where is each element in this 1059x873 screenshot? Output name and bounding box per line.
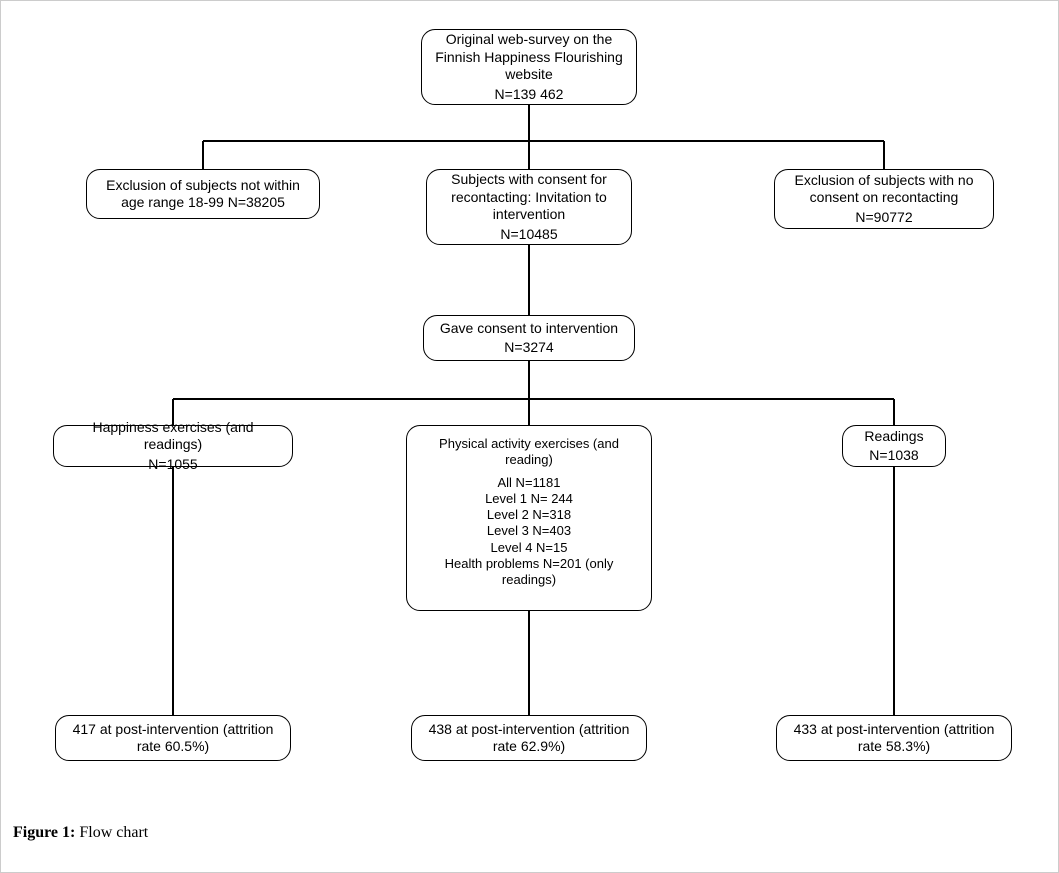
text: Subjects with consent for bbox=[451, 171, 607, 189]
figure-text: Flow chart bbox=[75, 824, 148, 841]
text: recontacting: Invitation to bbox=[451, 189, 607, 207]
text: reading) bbox=[505, 452, 553, 468]
count: N=90772 bbox=[855, 209, 912, 227]
figure-caption: Figure 1: Flow chart bbox=[13, 824, 148, 842]
text: Gave consent to intervention bbox=[440, 320, 618, 338]
text: Health problems N=201 (only bbox=[445, 556, 614, 572]
text: Exclusion of subjects with no bbox=[795, 172, 974, 190]
count: N=10485 bbox=[500, 226, 557, 244]
node-arm-happiness: Happiness exercises (and readings) N=105… bbox=[53, 425, 293, 467]
text: Level 4 N=15 bbox=[491, 540, 568, 556]
text: rate 62.9%) bbox=[493, 738, 565, 756]
node-arm-readings: Readings N=1038 bbox=[842, 425, 946, 467]
node-post-readings: 433 at post-intervention (attrition rate… bbox=[776, 715, 1012, 761]
node-arm-physical: Physical activity exercises (and reading… bbox=[406, 425, 652, 611]
text: 417 at post-intervention (attrition bbox=[73, 721, 274, 739]
figure-label: Figure 1: bbox=[13, 824, 75, 841]
text: intervention bbox=[493, 206, 565, 224]
node-root: Original web-survey on the Finnish Happi… bbox=[421, 29, 637, 105]
text: Finnish Happiness Flourishing bbox=[435, 49, 623, 67]
node-exclusion-consent: Exclusion of subjects with no consent on… bbox=[774, 169, 994, 229]
text: age range 18-99 N=38205 bbox=[121, 194, 285, 212]
text: Physical activity exercises (and bbox=[439, 436, 619, 452]
text: Level 3 N=403 bbox=[487, 523, 571, 539]
text: Exclusion of subjects not within bbox=[106, 177, 300, 195]
node-post-physical: 438 at post-intervention (attrition rate… bbox=[411, 715, 647, 761]
count: N=139 462 bbox=[495, 86, 564, 104]
text: rate 58.3%) bbox=[858, 738, 930, 756]
node-post-happiness: 417 at post-intervention (attrition rate… bbox=[55, 715, 291, 761]
node-exclusion-age: Exclusion of subjects not within age ran… bbox=[86, 169, 320, 219]
text: Readings bbox=[864, 428, 923, 446]
node-consent-recontact: Subjects with consent for recontacting: … bbox=[426, 169, 632, 245]
text: 438 at post-intervention (attrition bbox=[429, 721, 630, 739]
text: rate 60.5%) bbox=[137, 738, 209, 756]
text: Level 2 N=318 bbox=[487, 507, 571, 523]
text: Level 1 N= 244 bbox=[485, 491, 573, 507]
count: N=1055 bbox=[148, 456, 197, 474]
text: consent on recontacting bbox=[810, 189, 959, 207]
text: All N=1181 bbox=[498, 475, 561, 491]
text: Happiness exercises (and readings) bbox=[64, 419, 282, 454]
count: N=1038 bbox=[869, 447, 918, 465]
text: 433 at post-intervention (attrition bbox=[794, 721, 995, 739]
text: website bbox=[505, 66, 552, 84]
node-gave-consent: Gave consent to intervention N=3274 bbox=[423, 315, 635, 361]
flowchart-canvas: Original web-survey on the Finnish Happi… bbox=[0, 0, 1059, 873]
text: Original web-survey on the bbox=[446, 31, 613, 49]
text: readings) bbox=[502, 572, 556, 588]
count: N=3274 bbox=[504, 339, 553, 357]
